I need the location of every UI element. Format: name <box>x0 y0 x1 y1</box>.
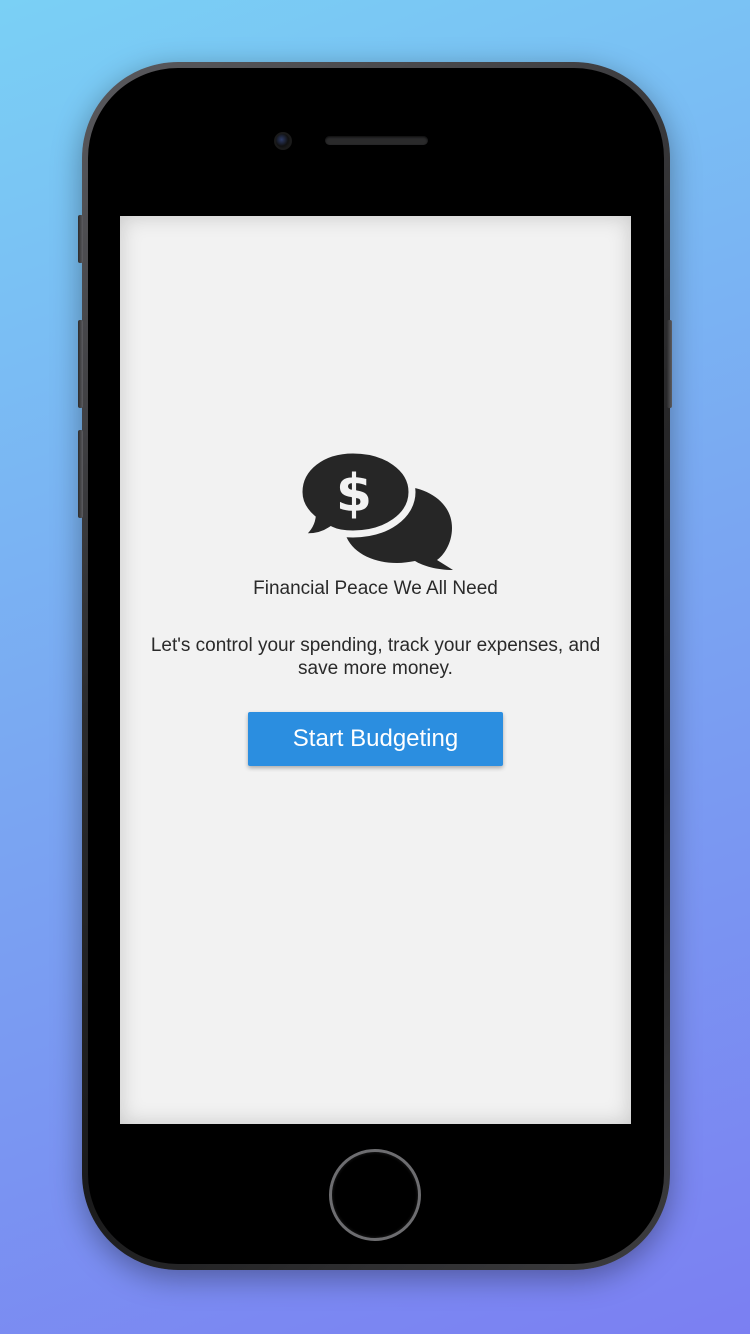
app-screen: $ Financial Peace We All Need Let's cont… <box>120 216 631 1124</box>
volume-down-button <box>78 430 83 518</box>
svg-text:$: $ <box>336 464 372 524</box>
front-camera <box>274 132 292 150</box>
volume-up-button <box>78 320 83 408</box>
earpiece-speaker <box>325 136 428 145</box>
home-button[interactable] <box>329 1149 421 1241</box>
start-budgeting-button[interactable]: Start Budgeting <box>248 712 503 766</box>
money-chat-bubbles-icon: $ <box>297 448 453 570</box>
mute-switch <box>78 215 83 263</box>
app-description: Let's control your spending, track your … <box>150 635 601 679</box>
app-tagline: Financial Peace We All Need <box>253 578 498 599</box>
power-button <box>667 320 672 408</box>
